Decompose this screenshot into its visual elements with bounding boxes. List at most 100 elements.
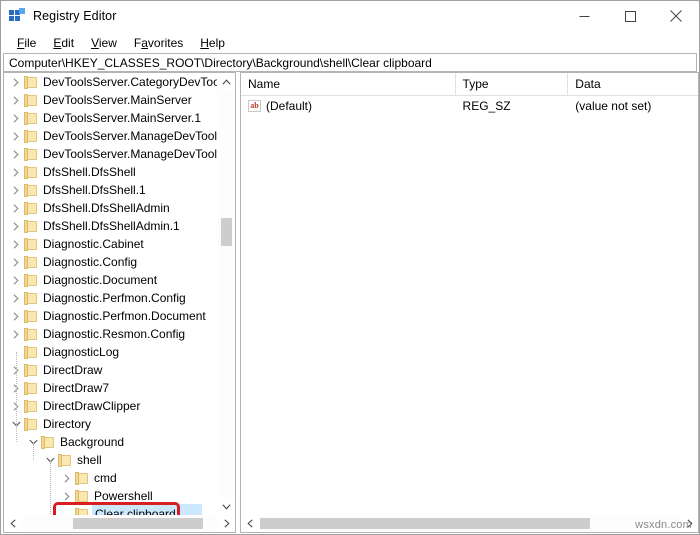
folder-icon: [24, 381, 38, 395]
tree-item-label: Diagnostic.Perfmon.Config: [43, 291, 186, 305]
tree-item-directdraw7[interactable]: DirectDraw7: [4, 379, 219, 397]
tree-scroll-track[interactable]: [218, 90, 235, 498]
tree-item-label: DevToolsServer.ManageDevTools.1: [43, 147, 219, 161]
value-horizontal-scrollbar[interactable]: [241, 515, 698, 532]
chevron-right-icon[interactable]: [8, 217, 24, 235]
column-header-type[interactable]: Type: [456, 73, 569, 95]
menu-favorites[interactable]: Favorites: [126, 34, 192, 52]
tree-horizontal-scrollbar[interactable]: [4, 515, 235, 532]
tree-item-devtoolsserver-managedevtools-1[interactable]: DevToolsServer.ManageDevTools.1: [4, 145, 219, 163]
folder-icon: [24, 237, 38, 251]
tree-item-diagnosticlog[interactable]: DiagnosticLog: [4, 343, 219, 361]
title-bar: Registry Editor: [1, 1, 699, 32]
chevron-right-icon[interactable]: [8, 307, 24, 325]
tree-item-diagnostic-config[interactable]: Diagnostic.Config: [4, 253, 219, 271]
value-scroll-left-button[interactable]: [241, 515, 258, 532]
tree-item-powershell[interactable]: Powershell: [4, 487, 219, 505]
value-hscroll-thumb[interactable]: [260, 518, 590, 529]
chevron-right-icon[interactable]: [8, 145, 24, 163]
tree-scroll-left-button[interactable]: [4, 515, 21, 532]
tree-item-devtoolsserver-mainserver-1[interactable]: DevToolsServer.MainServer.1: [4, 109, 219, 127]
tree-item-diagnostic-resmon-config[interactable]: Diagnostic.Resmon.Config: [4, 325, 219, 343]
folder-icon: [24, 291, 38, 305]
tree-guide-line: [16, 424, 17, 442]
tree-item-directdrawclipper[interactable]: DirectDrawClipper: [4, 397, 219, 415]
tree-item-dfsshell-dfsshell-1[interactable]: DfsShell.DfsShell.1: [4, 181, 219, 199]
tree-item-directdraw[interactable]: DirectDraw: [4, 361, 219, 379]
value-row[interactable]: ab (Default) REG_SZ (value not set): [241, 96, 698, 116]
chevron-right-icon[interactable]: [59, 469, 75, 487]
chevron-right-icon[interactable]: [8, 271, 24, 289]
tree-item-label: Powershell: [94, 489, 153, 503]
tree-vertical-scrollbar[interactable]: [217, 73, 235, 515]
tree-item-devtoolsserver-managedevtools[interactable]: DevToolsServer.ManageDevTools: [4, 127, 219, 145]
folder-icon: [24, 183, 38, 197]
tree-guide-line: [50, 460, 51, 515]
chevron-right-icon[interactable]: [8, 163, 24, 181]
address-bar[interactable]: Computer\HKEY_CLASSES_ROOT\Directory\Bac…: [3, 53, 697, 72]
menu-edit[interactable]: Edit: [45, 34, 83, 52]
tree-item-shell[interactable]: shell: [4, 451, 219, 469]
chevron-right-icon[interactable]: [8, 91, 24, 109]
tree-scroll-up-button[interactable]: [218, 73, 235, 90]
tree-guide-line: [33, 442, 34, 460]
tree-scroll-down-button[interactable]: [218, 498, 235, 515]
close-button[interactable]: [653, 1, 699, 31]
tree-item-diagnostic-cabinet[interactable]: Diagnostic.Cabinet: [4, 235, 219, 253]
value-name-cell: ab (Default): [241, 99, 456, 113]
tree-item-directory[interactable]: Directory: [4, 415, 219, 433]
chevron-right-icon[interactable]: [8, 199, 24, 217]
maximize-button[interactable]: [607, 1, 653, 31]
chevron-right-icon[interactable]: [8, 127, 24, 145]
tree-item-diagnostic-perfmon-document[interactable]: Diagnostic.Perfmon.Document: [4, 307, 219, 325]
string-value-icon: ab: [248, 100, 261, 112]
tree-item-devtoolsserver-categorydevtools[interactable]: DevToolsServer.CategoryDevTools: [4, 73, 219, 91]
value-hscroll-track[interactable]: [258, 515, 681, 532]
chevron-right-icon[interactable]: [8, 289, 24, 307]
tree-scroll-right-button[interactable]: [218, 515, 235, 532]
tree-item-dfsshell-dfsshelladmin-1[interactable]: DfsShell.DfsShellAdmin.1: [4, 217, 219, 235]
tree-item-background[interactable]: Background: [4, 433, 219, 451]
folder-icon: [75, 471, 89, 485]
chevron-right-icon[interactable]: [8, 235, 24, 253]
column-header-name[interactable]: Name: [241, 73, 456, 95]
menu-help[interactable]: Help: [192, 34, 234, 52]
tree-item-clear-clipboard[interactable]: Clear clipboard: [4, 504, 219, 515]
tree-item-label: DevToolsServer.ManageDevTools: [43, 129, 219, 143]
folder-icon: [75, 489, 89, 503]
chevron-right-icon[interactable]: [59, 487, 75, 505]
chevron-right-icon[interactable]: [8, 181, 24, 199]
folder-icon: [24, 399, 38, 413]
menu-view[interactable]: View: [83, 34, 126, 52]
chevron-right-icon[interactable]: [8, 109, 24, 127]
folder-icon: [24, 345, 38, 359]
folder-icon: [24, 201, 38, 215]
value-list-body[interactable]: ab (Default) REG_SZ (value not set): [241, 96, 698, 116]
tree-item-dfsshell-dfsshell[interactable]: DfsShell.DfsShell: [4, 163, 219, 181]
minimize-button[interactable]: [561, 1, 607, 31]
tree-item-label: DirectDrawClipper: [43, 399, 141, 413]
column-header-data[interactable]: Data: [568, 73, 698, 95]
value-type-cell: REG_SZ: [462, 99, 511, 113]
tree-item-diagnostic-document[interactable]: Diagnostic.Document: [4, 271, 219, 289]
tree-item-diagnostic-perfmon-config[interactable]: Diagnostic.Perfmon.Config: [4, 289, 219, 307]
tree-item-devtoolsserver-mainserver[interactable]: DevToolsServer.MainServer: [4, 91, 219, 109]
chevron-right-icon[interactable]: [8, 325, 24, 343]
registry-tree[interactable]: DevToolsServer.CategoryDevTools DevToolsS…: [4, 73, 219, 515]
folder-icon: [24, 165, 38, 179]
tree-item-label: shell: [77, 453, 102, 467]
tree-scroll-thumb[interactable]: [221, 218, 232, 246]
tree-item-cmd[interactable]: cmd: [4, 469, 219, 487]
folder-icon: [24, 129, 38, 143]
tree-hscroll-track[interactable]: [21, 515, 218, 532]
folder-icon: [75, 507, 89, 515]
tree-item-label: Diagnostic.Resmon.Config: [43, 327, 186, 341]
chevron-right-icon[interactable]: [8, 253, 24, 271]
tree-item-dfsshell-dfsshelladmin[interactable]: DfsShell.DfsShellAdmin: [4, 199, 219, 217]
tree-item-label: Directory: [43, 417, 92, 431]
registry-editor-icon: [9, 8, 25, 24]
tree-hscroll-thumb[interactable]: [73, 518, 203, 529]
chevron-right-icon[interactable]: [8, 73, 24, 91]
tree-item-label: Diagnostic.Perfmon.Document: [43, 309, 206, 323]
menu-file[interactable]: File: [9, 34, 45, 52]
